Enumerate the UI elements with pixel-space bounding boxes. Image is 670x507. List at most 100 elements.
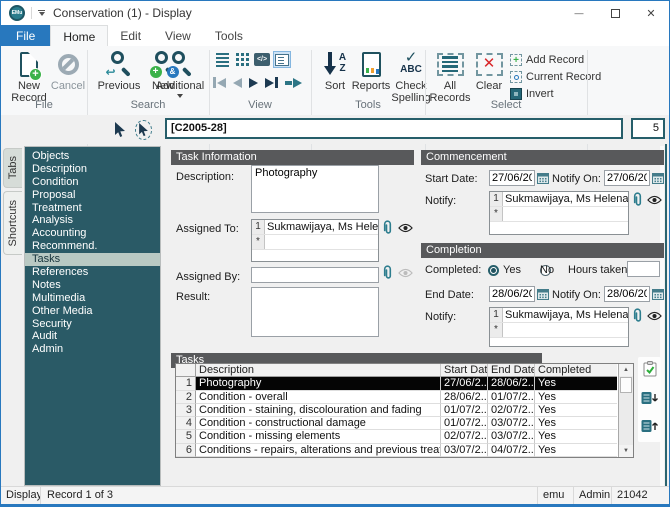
notify-grid[interactable]: 1 Sukmawijaya, Ms Helena - The N. *	[489, 307, 629, 347]
sidebar-item-multimedia[interactable]: Multimedia	[25, 292, 160, 305]
eye-icon[interactable]	[398, 223, 413, 233]
tab-home[interactable]: Home	[50, 25, 108, 46]
sidebar-item-treatment[interactable]: Treatment	[25, 202, 160, 215]
grid-row[interactable]: 1 Sukmawijaya, Ms Helena - The N.	[490, 308, 628, 323]
scroll-up-icon[interactable]: ▲	[619, 364, 633, 376]
view-form-button[interactable]	[273, 51, 291, 68]
sidebar-item-recommend[interactable]: Recommend.	[25, 240, 160, 253]
sidebar-item-security[interactable]: Security	[25, 318, 160, 331]
nav-next-button[interactable]	[249, 78, 258, 88]
sidebar-item-analysis[interactable]: Analysis	[25, 214, 160, 227]
grid-row-new[interactable]: *	[490, 207, 628, 222]
table-row[interactable]: 5 Condition - missing elements 02/07/2..…	[176, 430, 633, 443]
lasso-pointer-icon[interactable]	[135, 120, 152, 140]
scrollbar-thumb[interactable]	[620, 377, 632, 393]
sidebar-item-notes[interactable]: Notes	[25, 279, 160, 292]
nav-first-button[interactable]	[213, 77, 226, 88]
sidebar-item-admin[interactable]: Admin	[25, 343, 160, 356]
grid-remove-row-button[interactable]	[641, 419, 658, 438]
minimize-button[interactable]	[561, 1, 597, 25]
notify-on-input[interactable]	[604, 286, 650, 302]
completed-yes-radio[interactable]	[488, 265, 499, 276]
calendar-icon[interactable]	[537, 172, 549, 184]
start-date-input[interactable]	[489, 170, 535, 186]
tab-edit[interactable]: Edit	[108, 25, 153, 46]
record-id-box[interactable]: [C2005-28]	[165, 118, 623, 139]
grid-insert-row-button[interactable]	[641, 391, 658, 410]
eye-icon[interactable]	[647, 195, 662, 205]
select-pointer-icon[interactable]	[114, 122, 126, 138]
nav-last-button[interactable]	[265, 77, 278, 88]
table-row[interactable]: 4 Condition - constructional damage 01/0…	[176, 417, 633, 430]
previous-search-button[interactable]: Previous	[93, 48, 145, 92]
result-textarea[interactable]	[251, 287, 379, 337]
nav-goto-button[interactable]	[285, 78, 302, 88]
view-list-button[interactable]	[213, 51, 231, 68]
start-date-column-header[interactable]: Start Date	[441, 364, 488, 377]
tab-file[interactable]: File	[1, 25, 50, 46]
notify-on-input[interactable]	[604, 170, 650, 186]
grid-row-new[interactable]: *	[490, 323, 628, 338]
clipboard-check-button[interactable]	[643, 361, 657, 382]
end-date-input[interactable]	[489, 286, 535, 302]
completed-yes-label[interactable]: Yes	[503, 264, 521, 276]
attach-icon[interactable]	[631, 192, 644, 208]
sidebar-item-other-media[interactable]: Other Media	[25, 305, 160, 318]
grid-row[interactable]: 1 Sukmawijaya, Ms Helena - The N.	[490, 192, 628, 207]
completed-column-header[interactable]: Completed	[535, 364, 617, 377]
tab-view[interactable]: View	[153, 25, 203, 46]
scroll-down-icon[interactable]: ▼	[619, 445, 633, 457]
add-record-button[interactable]: Add Record	[510, 54, 584, 66]
row-number: 1	[490, 308, 503, 322]
sidebar-item-accounting[interactable]: Accounting	[25, 227, 160, 240]
table-row[interactable]: 2 Condition - overall 28/06/2... 01/07/2…	[176, 391, 633, 404]
sidebar-item-proposal[interactable]: Proposal	[25, 189, 160, 202]
sort-button[interactable]: Sort	[317, 48, 353, 92]
row-number-header	[176, 364, 196, 377]
new-record-button[interactable]: New Record	[7, 48, 51, 104]
notify-grid[interactable]: 1 Sukmawijaya, Ms Helena - The N. *	[489, 191, 629, 235]
attach-icon[interactable]	[381, 265, 394, 281]
view-code-button[interactable]	[253, 51, 271, 68]
description-textarea[interactable]: Photography	[251, 165, 379, 213]
sidebar-item-audit[interactable]: Audit	[25, 330, 160, 343]
clear-selection-button[interactable]: Clear	[471, 48, 507, 92]
close-button[interactable]	[633, 1, 669, 25]
side-tab-tabs[interactable]: Tabs	[3, 148, 22, 188]
all-records-button[interactable]: All Records	[429, 48, 471, 104]
sidebar-item-references[interactable]: References	[25, 266, 160, 279]
quick-access-dropdown-icon[interactable]	[38, 10, 45, 17]
description-label: Description:	[176, 171, 234, 183]
sidebar-item-description[interactable]: Description	[25, 163, 160, 176]
hours-taken-input[interactable]	[627, 261, 660, 277]
assigned-by-input[interactable]	[251, 267, 379, 283]
attach-icon[interactable]	[381, 220, 394, 236]
sidebar-item-condition[interactable]: Condition	[25, 176, 160, 189]
calendar-icon[interactable]	[537, 288, 549, 300]
table-row[interactable]: 3 Condition - staining, discolouration a…	[176, 404, 633, 417]
calendar-icon[interactable]	[652, 288, 664, 300]
grid-row-new[interactable]: *	[252, 235, 378, 250]
calendar-icon[interactable]	[652, 172, 664, 184]
table-row[interactable]: 6 Conditions - repairs, alterations and …	[176, 444, 633, 457]
completed-no-label[interactable]: No	[540, 264, 554, 276]
description-column-header[interactable]: Description	[196, 364, 441, 377]
attach-icon[interactable]	[631, 308, 644, 324]
record-count-box[interactable]: 5	[631, 118, 665, 139]
side-tab-shortcuts[interactable]: Shortcuts	[3, 191, 22, 255]
all-records-icon	[437, 53, 464, 76]
end-date-column-header[interactable]: End Date	[488, 364, 535, 377]
check-spelling-button[interactable]: Check Spelling	[387, 48, 435, 104]
grid-row[interactable]: 1 Sukmawijaya, Ms Helena - Th	[252, 220, 378, 235]
view-grid-button[interactable]	[233, 51, 251, 68]
sidebar-item-tasks[interactable]: Tasks	[25, 253, 160, 266]
emu-logo-icon[interactable]: EMu	[9, 5, 25, 21]
tab-tools[interactable]: Tools	[203, 25, 255, 46]
table-scrollbar[interactable]: ▲ ▼	[618, 364, 633, 457]
table-row[interactable]: 1 Photography 27/06/2... 28/06/2... Yes	[176, 377, 633, 390]
eye-icon[interactable]	[647, 311, 662, 321]
nav-previous-button[interactable]	[233, 78, 242, 88]
sidebar-item-objects[interactable]: Objects	[25, 150, 160, 163]
assigned-to-grid[interactable]: 1 Sukmawijaya, Ms Helena - Th *	[251, 219, 379, 262]
maximize-button[interactable]	[597, 1, 633, 25]
